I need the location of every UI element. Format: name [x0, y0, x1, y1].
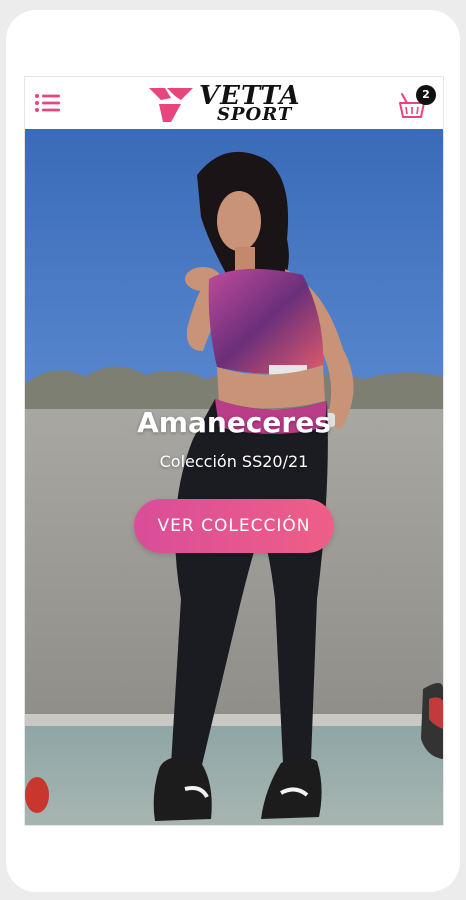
cart-button[interactable]: 2 — [393, 85, 439, 125]
hero-content: Amaneceres Colección SS20/21 VER COLECCI… — [25, 405, 443, 553]
cart-count-badge: 2 — [416, 85, 436, 105]
logo-subwordmark: SPORT — [217, 104, 293, 125]
app-screen: VETTA SPORT 2 Amaneceres Colección SS20/… — [24, 76, 444, 826]
hamburger-menu-icon — [35, 94, 60, 112]
view-collection-button[interactable]: VER COLECCIÓN — [134, 499, 334, 553]
hero-banner[interactable]: Amaneceres Colección SS20/21 VER COLECCI… — [25, 129, 443, 825]
hero-subtitle: Colección SS20/21 — [159, 452, 309, 471]
brand-logo[interactable]: VETTA SPORT — [145, 83, 325, 127]
menu-button[interactable] — [33, 89, 63, 117]
hero-title: Amaneceres — [137, 406, 331, 439]
vetta-logo-mark-icon — [149, 88, 193, 122]
app-header: VETTA SPORT 2 — [25, 77, 443, 129]
